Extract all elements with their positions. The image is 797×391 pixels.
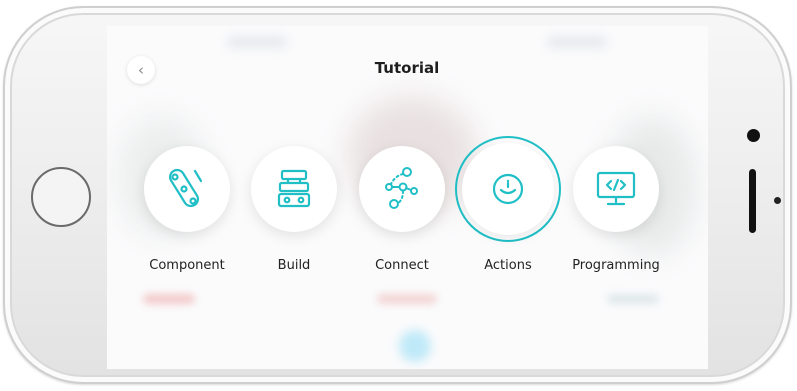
chevron-left-icon: ‹ [138,61,144,79]
app-screen: ‹ Tutorial Component Build Connect Actio… [107,26,708,369]
background-blur [547,36,607,48]
actions-icon [492,173,524,205]
menu-item-connect[interactable]: Connect [347,140,457,300]
earpiece-speaker [749,169,756,233]
page-title: Tutorial [374,59,440,77]
menu-item-programming[interactable]: Programming [561,140,671,300]
menu-item-circle[interactable] [251,146,337,232]
menu-item-build[interactable]: Build [239,140,349,300]
home-button[interactable] [31,167,91,227]
menu-item-circle[interactable] [465,146,551,232]
background-blur [399,330,431,362]
menu-item-circle[interactable] [144,146,230,232]
component-icon [169,168,203,208]
tutorial-menu: Component Build Connect Actions Programm… [107,136,708,320]
back-button[interactable]: ‹ [127,56,155,84]
front-camera [747,129,760,142]
menu-item-component[interactable]: Component [132,140,242,300]
build-icon [277,169,311,208]
programming-icon [596,171,636,206]
menu-item-label: Programming [572,258,660,273]
menu-item-circle[interactable] [359,146,445,232]
connect-icon [385,167,418,209]
menu-item-actions[interactable]: Actions [453,136,563,300]
background-blur [227,36,287,48]
proximity-sensor [774,197,781,204]
menu-item-circle[interactable] [573,146,659,232]
